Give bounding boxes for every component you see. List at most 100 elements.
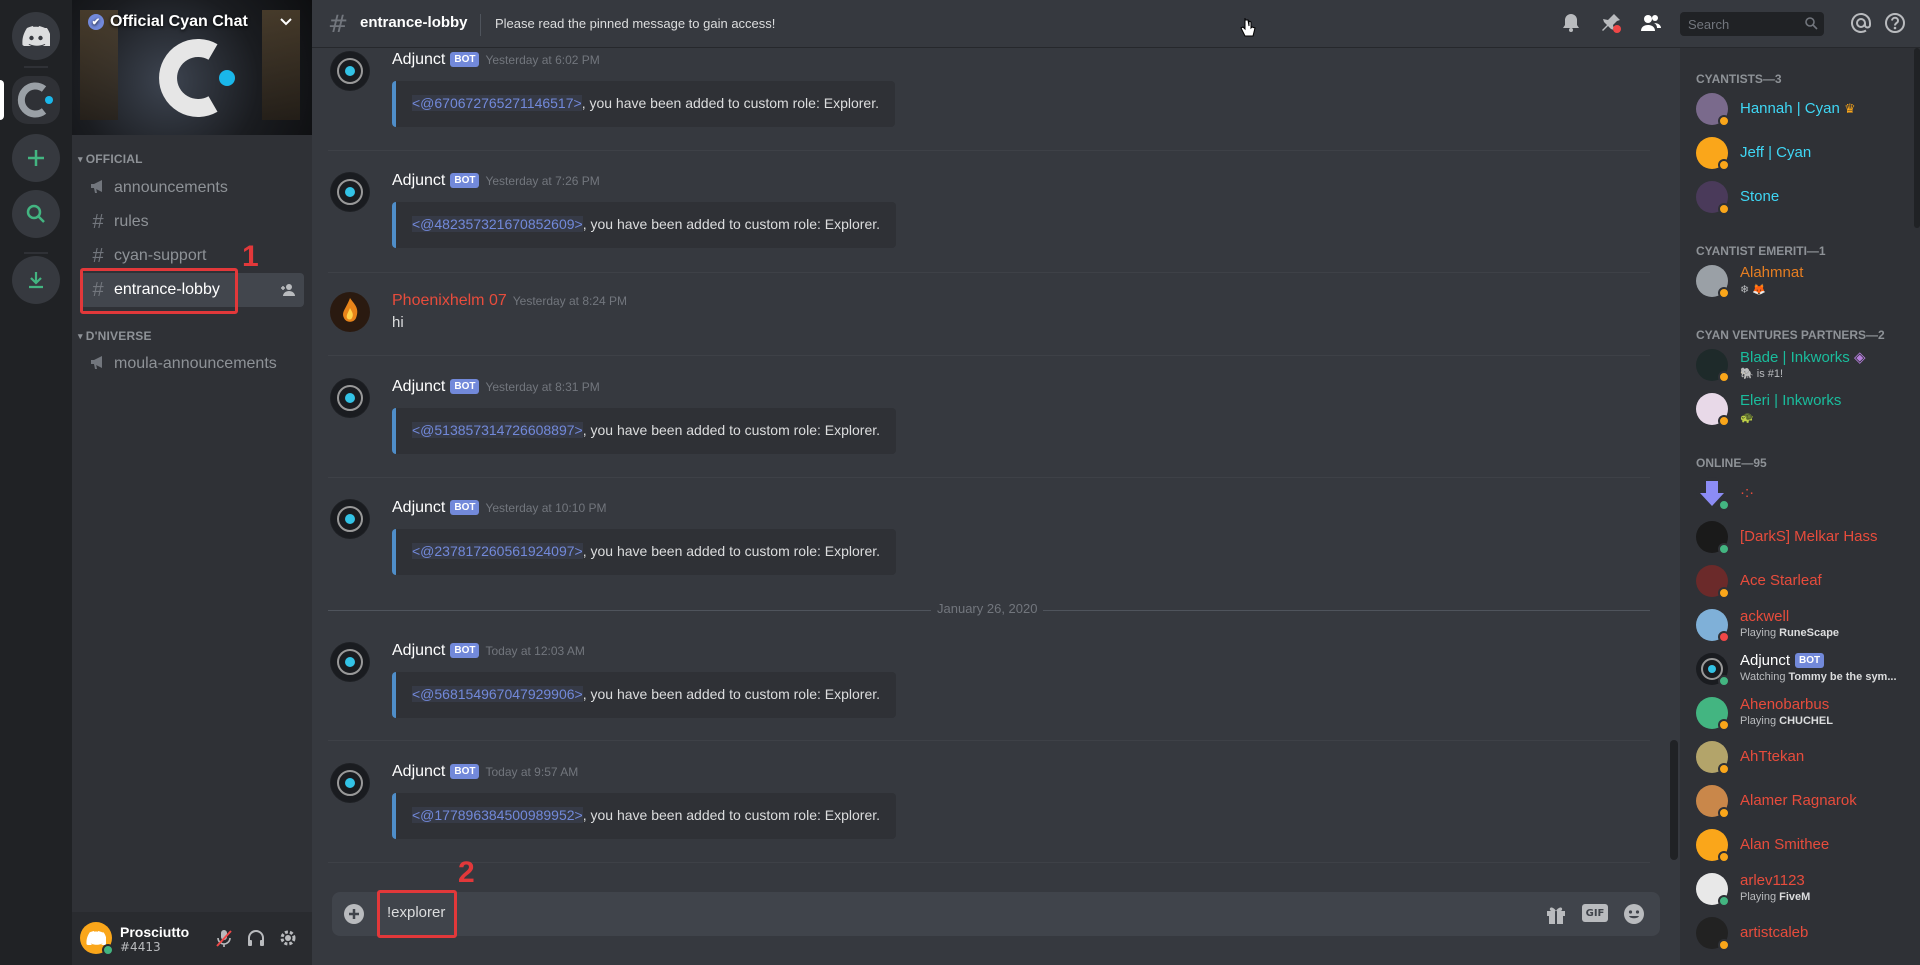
member-name: AhTtekan [1740, 748, 1805, 765]
member-item[interactable]: Ace Starleaf [1696, 560, 1916, 602]
annotation-number-2: 2 [458, 856, 475, 889]
idle-status-icon [1718, 807, 1730, 819]
bot-avatar[interactable] [330, 642, 370, 682]
member-list-scrollbar[interactable] [1914, 48, 1920, 228]
bot-badge: BOT [450, 643, 480, 658]
bot-avatar[interactable] [330, 172, 370, 212]
member-item[interactable]: Blade | Inkworks ◈ 🐘 is #1! [1696, 344, 1916, 386]
channel-moula-announcements[interactable]: moula-announcements [80, 347, 304, 381]
member-activity: Playing FiveM [1740, 891, 1811, 903]
member-item[interactable]: Alamer Ragnarok [1696, 780, 1916, 822]
member-item[interactable]: Ahenobarbus Playing CHUCHEL [1696, 692, 1916, 734]
idle-status-icon [1718, 763, 1730, 775]
download-apps-icon[interactable] [12, 256, 60, 304]
emoji-icon[interactable] [1622, 902, 1646, 926]
message-author[interactable]: Adjunct [392, 642, 445, 659]
member-item[interactable]: artistcaleb [1696, 912, 1916, 954]
message-content: hi [392, 314, 404, 331]
member-custom-status: 🐢 [1740, 412, 1754, 424]
member-item[interactable]: Eleri | Inkworks 🐢 [1696, 388, 1916, 430]
highlight-box-1 [80, 268, 238, 314]
pinned-messages-icon[interactable] [1600, 12, 1622, 34]
bell-icon[interactable] [1560, 12, 1582, 34]
message-divider [328, 272, 1650, 273]
user-mention[interactable]: <@482357321670852609> [412, 216, 583, 232]
category-dniverse[interactable]: ▾ D'NIVERSE [78, 329, 152, 343]
member-item[interactable]: Alan Smithee [1696, 824, 1916, 866]
mouse-cursor-icon [1240, 18, 1256, 37]
message-author[interactable]: Adjunct [392, 499, 445, 516]
create-invite-icon[interactable] [280, 282, 296, 298]
search-input[interactable]: Search [1680, 12, 1824, 36]
message-divider [328, 355, 1650, 356]
bot-avatar[interactable] [330, 499, 370, 539]
idle-status-icon [1718, 203, 1730, 215]
server-header[interactable]: ✔ Official Cyan Chat [88, 13, 248, 31]
member-name: Eleri | Inkworks [1740, 392, 1842, 409]
member-list-icon[interactable] [1640, 12, 1662, 34]
message-author[interactable]: Adjunct [392, 172, 445, 189]
server-cyan-icon[interactable] [12, 76, 60, 124]
dnd-status-icon [1718, 631, 1730, 643]
mentions-icon[interactable] [1850, 12, 1872, 34]
message-author[interactable]: Phoenixhelm 07 [392, 292, 507, 309]
member-name: ackwell [1740, 608, 1790, 625]
channel-rules[interactable]: # rules [80, 205, 304, 239]
gift-icon[interactable] [1544, 902, 1568, 926]
member-item[interactable]: Stone [1696, 176, 1916, 218]
member-item[interactable]: Hannah | Cyan ♛ [1696, 88, 1916, 130]
message-author[interactable]: Adjunct [392, 51, 445, 68]
member-item[interactable]: Alahmnat ❄ 🦊 [1696, 260, 1916, 302]
bot-avatar[interactable] [330, 51, 370, 91]
member-item[interactable]: arlev1123 Playing FiveM [1696, 868, 1916, 910]
scrollbar-thumb[interactable] [1670, 740, 1678, 860]
add-server-icon[interactable] [12, 134, 60, 182]
bot-avatar[interactable] [330, 763, 370, 803]
channel-sidebar: ✔ Official Cyan Chat ▾ OFFICIAL announcem… [72, 0, 312, 965]
member-item[interactable]: Adjunct BOT Watching Tommy be the sym... [1696, 648, 1916, 690]
home-discord-icon[interactable] [12, 12, 60, 60]
hash-icon: # [328, 10, 349, 38]
bot-avatar[interactable] [330, 378, 370, 418]
member-name: Hannah | Cyan [1740, 100, 1840, 117]
bot-badge: BOT [450, 173, 480, 188]
member-item[interactable]: Jeff | Cyan [1696, 132, 1916, 174]
member-item[interactable]: ·:· [1696, 472, 1916, 514]
message-scrollbar[interactable] [1670, 48, 1678, 884]
message-author[interactable]: Adjunct [392, 378, 445, 395]
category-official[interactable]: ▾ OFFICIAL [78, 152, 143, 166]
message-composer: !explorer GIF [332, 890, 1660, 938]
user-mention[interactable]: <@670672765271146517> [412, 95, 582, 111]
user-avatar[interactable] [330, 292, 370, 332]
help-icon[interactable] [1884, 12, 1906, 34]
gif-picker-button[interactable]: GIF [1582, 904, 1608, 922]
message-embed: <@568154967047929906>, you have been add… [392, 672, 897, 718]
member-item[interactable]: [DarkS] Melkar Hass [1696, 516, 1916, 558]
member-item[interactable]: AhTtekan [1696, 736, 1916, 778]
headphones-icon[interactable] [246, 928, 266, 948]
message-author[interactable]: Adjunct [392, 763, 445, 780]
user-mention[interactable]: <@513857314726608897> [412, 422, 583, 438]
idle-status-icon [1718, 159, 1730, 171]
channel-announcements[interactable]: announcements [80, 171, 304, 205]
chevron-down-icon[interactable] [278, 14, 294, 30]
member-name: arlev1123 [1740, 872, 1805, 889]
user-panel: Prosciutto #4413 [72, 912, 312, 965]
user-mention[interactable]: <@177896384500989952> [412, 807, 583, 823]
explore-servers-icon[interactable] [12, 190, 60, 238]
member-custom-status: 🐘 is #1! [1740, 368, 1784, 380]
channel-topic: Please read the pinned message to gain a… [495, 16, 776, 31]
message-divider [328, 862, 1650, 863]
online-status-icon [102, 944, 114, 956]
member-item[interactable]: ackwell Playing RuneScape [1696, 604, 1916, 646]
crown-icon: ♛ [1843, 101, 1856, 116]
user-mention[interactable]: <@568154967047929906> [412, 686, 583, 702]
member-group-header: CYANTISTS—3 [1696, 72, 1782, 86]
online-status-icon [1718, 675, 1730, 687]
settings-gear-icon[interactable] [278, 928, 298, 948]
mute-mic-icon[interactable] [214, 928, 234, 948]
user-mention[interactable]: <@237817260561924097> [412, 543, 583, 559]
member-group-header: CYANTIST EMERITI—1 [1696, 244, 1826, 258]
upload-plus-icon[interactable] [342, 902, 366, 926]
member-name: ·:· [1740, 484, 1755, 501]
